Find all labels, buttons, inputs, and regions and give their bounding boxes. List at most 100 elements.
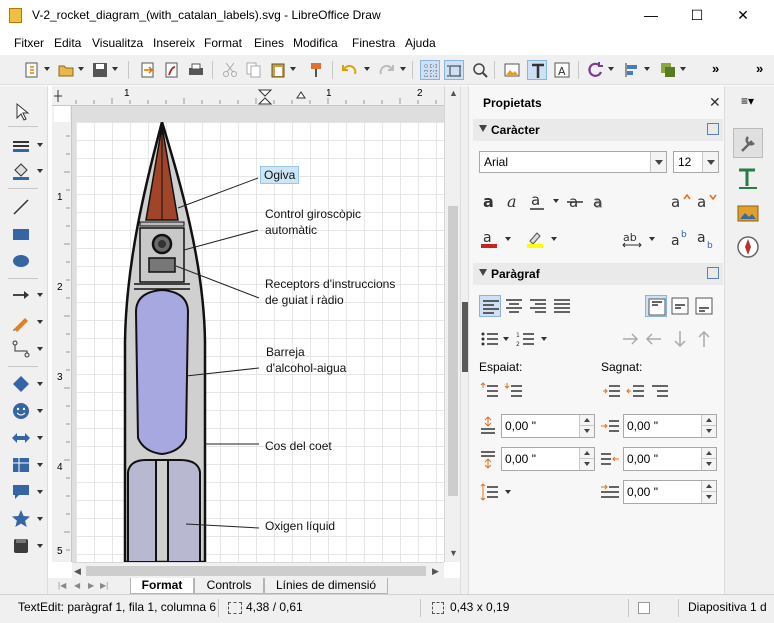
chevron-down-icon[interactable] (702, 152, 718, 172)
align-right-icon[interactable] (527, 295, 549, 317)
spin-up-button[interactable] (579, 415, 594, 426)
sidebar-close-button[interactable]: ✕ (709, 94, 721, 111)
line-color-icon[interactable] (10, 134, 32, 156)
move-up-icon[interactable] (693, 328, 715, 350)
chevron-down-icon[interactable] (650, 152, 666, 172)
show-grid-icon[interactable] (420, 60, 440, 80)
label-ogiva[interactable]: Ogiva (260, 166, 300, 184)
align-left-icon[interactable] (479, 295, 501, 317)
decrease-spacing-icon[interactable] (503, 380, 525, 402)
callouts-icon[interactable] (10, 481, 32, 503)
insert-image-icon[interactable] (502, 60, 522, 80)
3d-objects-icon[interactable] (10, 535, 32, 557)
select-icon[interactable] (10, 100, 32, 122)
align-bottom-icon[interactable] (693, 295, 715, 317)
character-section-header[interactable]: Caràcter (473, 119, 723, 141)
horizontal-scrollbar[interactable]: ◀ ▶ (72, 562, 444, 578)
shadow-icon[interactable]: aa (589, 190, 611, 212)
undo-icon[interactable] (340, 60, 360, 80)
scroll-down-arrow[interactable]: ▼ (449, 548, 458, 558)
line-icon[interactable] (10, 196, 32, 218)
decrease-indent-icon[interactable] (625, 380, 647, 402)
label-receptors[interactable]: Receptors d'instruccions de guiat i ràdi… (265, 276, 395, 308)
connectors-icon[interactable] (10, 338, 32, 360)
properties-deck-icon[interactable] (733, 128, 763, 158)
line-spacing-icon[interactable] (479, 481, 501, 503)
spin-down-button[interactable] (579, 459, 594, 470)
menu-modifica[interactable]: Modifica (293, 36, 338, 50)
more-options-icon[interactable] (707, 123, 719, 135)
menu-ajuda[interactable]: Ajuda (405, 36, 436, 50)
oxygen-tank-right[interactable] (167, 459, 201, 562)
more-options-icon[interactable] (707, 267, 719, 279)
underline-icon[interactable]: a (527, 190, 549, 212)
spin-down-button[interactable] (701, 492, 716, 503)
font-size-combo[interactable]: 12 (673, 151, 719, 173)
align-center-icon[interactable] (503, 295, 525, 317)
last-tab-arrow[interactable]: ▶| (100, 581, 108, 590)
gallery-deck-icon[interactable] (733, 198, 763, 228)
move-down-icon[interactable] (669, 328, 691, 350)
redo-icon[interactable] (376, 60, 396, 80)
arrange-icon[interactable] (658, 60, 678, 80)
print-icon[interactable] (186, 60, 206, 80)
first-tab-arrow[interactable]: |◀ (58, 581, 66, 590)
label-oxigen-liquid[interactable]: Oxigen líquid (265, 518, 335, 534)
unordered-list-icon[interactable] (479, 328, 501, 350)
scroll-up-arrow[interactable]: ▲ (449, 88, 458, 98)
italic-icon[interactable]: a (503, 190, 525, 212)
horizontal-scroll-thumb[interactable] (86, 566, 426, 576)
label-barreja[interactable]: Barreja d'alcohol-aigua (266, 344, 346, 376)
decrease-font-icon[interactable]: a (695, 190, 717, 212)
menu-edita[interactable]: Edita (54, 36, 81, 50)
justify-icon[interactable] (551, 295, 573, 317)
fontwork-icon[interactable]: A (552, 60, 572, 80)
demote-icon[interactable] (643, 328, 665, 350)
align-objects-icon[interactable] (622, 60, 642, 80)
scroll-left-arrow[interactable]: ◀ (74, 566, 81, 577)
label-control-giroscopic[interactable]: Control giroscòpic automàtic (265, 206, 361, 238)
strikethrough-icon[interactable]: a (565, 190, 587, 212)
toolbar-overflow-button[interactable]: » (712, 61, 719, 76)
rotate-icon[interactable] (586, 60, 606, 80)
spin-down-button[interactable] (579, 426, 594, 437)
stars-icon[interactable] (10, 508, 32, 530)
paste-icon[interactable] (268, 60, 288, 80)
rocket-diagram[interactable] (76, 122, 444, 562)
sidebar-splitter[interactable] (460, 86, 468, 594)
above-spacing-input[interactable]: 0,00 " (501, 414, 595, 438)
symbol-shapes-icon[interactable] (10, 400, 32, 422)
export-icon[interactable] (138, 60, 158, 80)
increase-spacing-icon[interactable] (479, 380, 501, 402)
tab-linies-de-dimensio[interactable]: Línies de dimensió (264, 578, 388, 594)
helplines-icon[interactable] (444, 60, 464, 80)
close-window-button[interactable]: ✕ (720, 0, 766, 31)
spin-up-button[interactable] (701, 415, 716, 426)
insert-text-icon[interactable] (527, 60, 547, 80)
export-pdf-icon[interactable] (162, 60, 182, 80)
hanging-indent-icon[interactable] (649, 380, 671, 402)
fuel-tank[interactable] (134, 288, 190, 456)
menu-format[interactable]: Format (204, 36, 242, 50)
menu-visualitza[interactable]: Visualitza (92, 36, 143, 50)
basic-shapes-icon[interactable] (10, 373, 32, 395)
drawing-page[interactable]: Ogiva Control giroscòpic automàtic Recep… (76, 122, 444, 562)
subscript-icon[interactable]: ab (695, 228, 717, 250)
open-folder-icon[interactable] (56, 60, 76, 80)
save-icon[interactable] (90, 60, 110, 80)
fill-color-icon[interactable] (10, 160, 32, 182)
vertical-scroll-thumb[interactable] (448, 206, 458, 496)
menu-finestra[interactable]: Finestra (352, 36, 395, 50)
spin-up-button[interactable] (701, 448, 716, 459)
below-spacing-input[interactable]: 0,00 " (501, 447, 595, 471)
document-modified-icon[interactable] (638, 602, 650, 614)
tab-controls[interactable]: Controls (194, 578, 264, 594)
curves-icon[interactable] (10, 311, 32, 333)
radio-receiver-device[interactable] (148, 257, 176, 273)
increase-indent-icon[interactable] (601, 380, 623, 402)
styles-deck-icon[interactable] (733, 164, 763, 194)
label-cos-del-coet[interactable]: Cos del coet (265, 438, 332, 454)
highlight-color-icon[interactable] (525, 228, 547, 250)
zoom-pan-icon[interactable] (470, 60, 490, 80)
increase-font-icon[interactable]: a (669, 190, 691, 212)
